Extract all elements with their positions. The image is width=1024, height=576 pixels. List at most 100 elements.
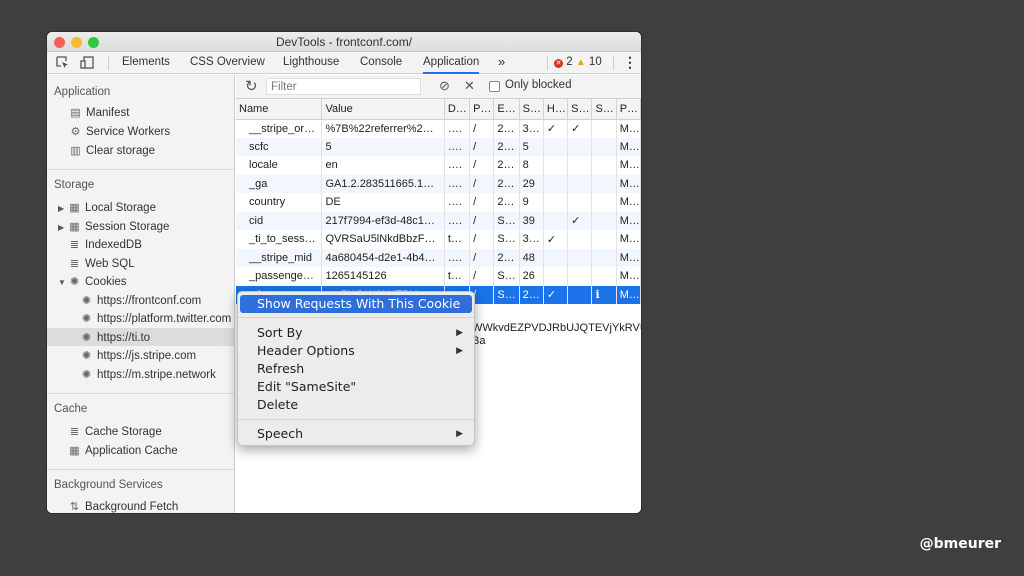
menu-item-delete[interactable]: Delete bbox=[240, 396, 472, 414]
menu-separator bbox=[238, 419, 474, 420]
sidebar-item-application-cache[interactable]: ▦ Application Cache bbox=[68, 444, 177, 457]
title-bar: DevTools - frontconf.com/ bbox=[47, 32, 641, 52]
tab-css-overview[interactable]: CSS Overview bbox=[190, 56, 265, 68]
column-header[interactable]: Value bbox=[321, 99, 445, 120]
table-row[interactable]: _ti_to_sess… QVRSaU5lNkdBbzF… t… / S… 3… ✓ M… bbox=[236, 230, 641, 249]
column-header[interactable]: H… bbox=[543, 99, 569, 120]
table-row[interactable]: _passenge… 1265145126 t… / S… 26 M… bbox=[236, 267, 641, 286]
collapse-arrow-icon[interactable]: ▼ bbox=[58, 278, 66, 287]
table-cell: / bbox=[469, 248, 495, 267]
table-cell: 5 bbox=[519, 137, 544, 156]
table-row[interactable]: locale en…./2… 8 M… bbox=[236, 156, 641, 175]
table-row[interactable]: _ga GA1.2.283511665.1……./2… 29 M… bbox=[236, 174, 641, 193]
menu-item-edit-samesite[interactable]: Edit "SameSite" bbox=[240, 378, 472, 396]
tab-console[interactable]: Console bbox=[360, 56, 402, 68]
sidebar-item-cache-storage[interactable]: ≣ Cache Storage bbox=[68, 425, 162, 438]
table-cell bbox=[591, 119, 617, 138]
column-header[interactable]: P… bbox=[469, 99, 495, 120]
sidebar-item-manifest[interactable]: ▤ Manifest bbox=[69, 106, 129, 119]
grid-icon: ▦ bbox=[69, 202, 80, 214]
cookie-origin-frontconf[interactable]: ✺ https://frontconf.com bbox=[80, 294, 201, 307]
column-header[interactable]: E… bbox=[493, 99, 520, 120]
only-blocked-checkbox[interactable] bbox=[489, 81, 500, 92]
table-cell: / bbox=[469, 267, 495, 286]
table-cell: 2… bbox=[493, 193, 520, 212]
sidebar-item-clear-storage[interactable]: ▥ Clear storage bbox=[69, 144, 155, 157]
menu-item-speech[interactable]: Speech ▶ bbox=[240, 425, 472, 443]
table-cell: QVRSaU5lNkdBbzF… bbox=[321, 230, 445, 249]
table-cell: …. bbox=[444, 119, 471, 138]
tab-elements[interactable]: Elements bbox=[122, 56, 170, 68]
cookie-origin-ti-to[interactable]: ✺ https://ti.to bbox=[80, 331, 150, 344]
table-cell: 2… bbox=[519, 285, 544, 304]
menu-item-refresh[interactable]: Refresh bbox=[240, 360, 472, 378]
column-header[interactable]: Name bbox=[236, 99, 323, 120]
table-cell: 1265145126 bbox=[321, 267, 445, 286]
error-count: 2 bbox=[566, 56, 573, 68]
table-row[interactable]: __stripe_or… %7B%22referrer%2……./2… 3… ✓ ✓ M… bbox=[236, 119, 641, 138]
column-header[interactable]: P… bbox=[616, 99, 641, 120]
sidebar-item-session-storage[interactable]: ▶ ▦ Session Storage bbox=[58, 220, 169, 233]
table-cell: 3… bbox=[519, 119, 544, 138]
table-row[interactable]: scfc 5…./2… 5 M… bbox=[236, 137, 641, 156]
table-cell: t… bbox=[444, 230, 471, 249]
table-cell bbox=[543, 137, 569, 156]
menu-item-sort-by[interactable]: Sort By ▶ bbox=[240, 324, 472, 342]
table-row[interactable]: __stripe_mid 4a680454-d2e1-4b4……./2… 48 M… bbox=[236, 248, 641, 267]
error-icon: ✕ bbox=[554, 59, 563, 68]
cookie-origin-js-stripe[interactable]: ✺ https://js.stripe.com bbox=[80, 349, 196, 362]
table-cell: _passenge… bbox=[236, 267, 323, 286]
column-header[interactable]: D… bbox=[444, 99, 471, 120]
menu-item-header-options[interactable]: Header Options ▶ bbox=[240, 342, 472, 360]
refresh-icon[interactable]: ↻ bbox=[245, 77, 258, 95]
table-row[interactable]: cid 217f7994-ef3d-48c1……. / S… 39 ✓ M… bbox=[236, 211, 641, 230]
table-cell bbox=[543, 193, 569, 212]
sidebar-item-web-sql[interactable]: ≣ Web SQL bbox=[68, 257, 135, 270]
delete-selected-icon[interactable]: ✕ bbox=[464, 78, 475, 94]
table-cell: __stripe_or… bbox=[236, 119, 323, 138]
sidebar-item-cookies[interactable]: ▼ ✺ Cookies bbox=[58, 275, 127, 288]
table-cell bbox=[543, 267, 569, 286]
device-toolbar-icon[interactable] bbox=[80, 56, 94, 72]
table-cell bbox=[567, 267, 593, 286]
menu-item-show-requests[interactable]: Show Requests With This Cookie bbox=[240, 295, 472, 313]
table-row[interactable]: country DE…./2… 9 M… bbox=[236, 193, 641, 212]
table-cell: …. bbox=[444, 193, 471, 212]
context-menu: Show Requests With This Cookie Sort By ▶ … bbox=[237, 291, 475, 446]
table-cell: cid bbox=[236, 211, 323, 230]
document-icon: ▤ bbox=[70, 107, 81, 119]
database-icon: ≣ bbox=[69, 239, 80, 251]
table-cell: 26 bbox=[519, 267, 544, 286]
sidebar-item-service-workers[interactable]: ⚙ Service Workers bbox=[69, 125, 171, 138]
clear-all-icon[interactable]: ⊘ bbox=[439, 78, 450, 94]
errors-counter[interactable]: ✕ 2 ▲ 10 bbox=[554, 56, 602, 68]
column-header[interactable]: S… bbox=[591, 99, 617, 120]
table-cell: 2… bbox=[493, 137, 520, 156]
expand-arrow-icon[interactable]: ▶ bbox=[58, 204, 66, 213]
cookie-origin-m-stripe[interactable]: ✺ https://m.stripe.network bbox=[80, 368, 216, 381]
sidebar-divider bbox=[47, 169, 234, 170]
table-cell bbox=[591, 211, 617, 230]
tab-lighthouse[interactable]: Lighthouse bbox=[283, 56, 339, 68]
table-cell: S… bbox=[493, 211, 520, 230]
sidebar-item-background-fetch[interactable]: ⇅ Background Fetch bbox=[68, 500, 178, 513]
sidebar-item-indexeddb[interactable]: ≣ IndexedDB bbox=[68, 238, 142, 251]
cookie-origin-twitter[interactable]: ✺ https://platform.twitter.com bbox=[80, 312, 231, 325]
inspect-element-icon[interactable] bbox=[56, 56, 69, 72]
customize-menu-icon[interactable]: ⋮ bbox=[623, 54, 637, 71]
expand-arrow-icon[interactable]: ▶ bbox=[58, 223, 66, 232]
table-cell: / bbox=[469, 119, 495, 138]
table-cell: M… bbox=[616, 267, 641, 286]
cookies-table: Name Value D… P… E… S… H… S… S… P… __str… bbox=[236, 99, 641, 304]
table-cell: 8 bbox=[519, 156, 544, 175]
column-header[interactable]: S… bbox=[567, 99, 593, 120]
gear-icon: ⚙ bbox=[70, 126, 81, 138]
filter-input[interactable] bbox=[266, 78, 421, 95]
sidebar-item-local-storage[interactable]: ▶ ▦ Local Storage bbox=[58, 201, 156, 214]
column-header[interactable]: S… bbox=[519, 99, 544, 120]
section-header-application: Application bbox=[54, 86, 111, 98]
table-cell: …. bbox=[444, 156, 471, 175]
up-down-arrows-icon: ⇅ bbox=[69, 501, 80, 513]
more-tabs-button[interactable]: » bbox=[498, 54, 505, 69]
tab-application[interactable]: Application bbox=[423, 56, 480, 74]
